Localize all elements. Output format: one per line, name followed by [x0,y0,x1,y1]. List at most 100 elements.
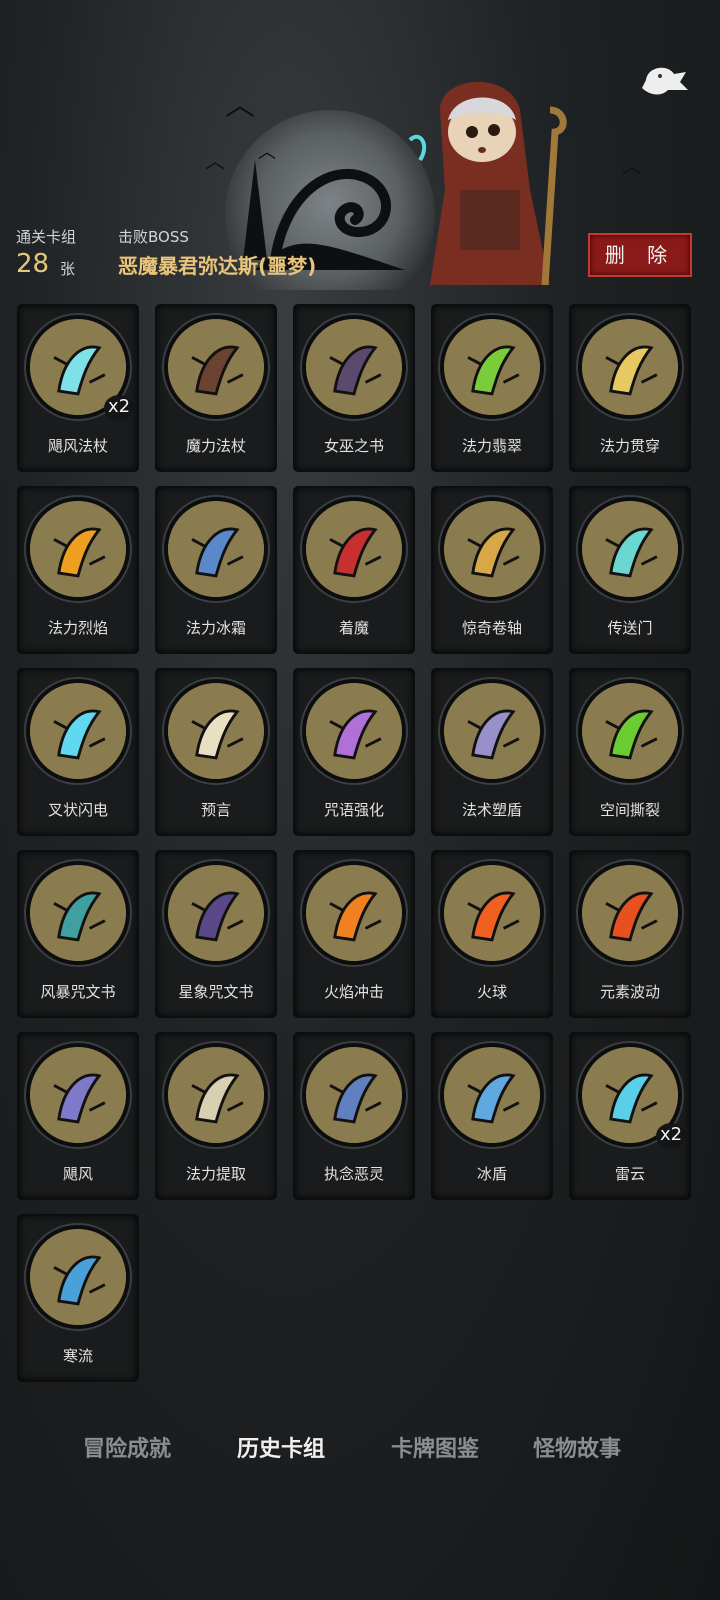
boss-label: 击败BOSS [118,228,189,246]
flame-icon [30,501,126,597]
card-art [440,315,544,419]
card-name: 空间撕裂 [599,801,660,819]
card-tile[interactable]: 飓风 [18,1033,138,1199]
card-name: 火球 [476,983,507,1001]
card-art [302,679,406,783]
bat-icon: ︿ [258,142,276,163]
card-art [164,497,268,601]
card-tile[interactable]: 火球 [432,851,552,1017]
card-name: 元素波动 [599,983,660,1001]
card-art [26,861,130,965]
card-name: 飓风 [62,1165,93,1183]
card-art [302,861,406,965]
card-tile[interactable]: 咒语强化 [294,669,414,835]
card-name: 火焰冲击 [323,983,384,1001]
card-art [440,1043,544,1147]
card-tile[interactable]: 着魔 [294,487,414,653]
card-tile[interactable]: 元素波动 [570,851,690,1017]
possessed-icon [306,501,402,597]
tornado-icon [30,1047,126,1143]
card-name: 星象咒文书 [178,983,254,1001]
prophet-icon [168,683,264,779]
card-tile[interactable]: 法术塑盾 [432,669,552,835]
card-art [578,679,682,783]
card-tile[interactable]: 传送门 [570,487,690,653]
card-tile[interactable]: 惊奇卷轴 [432,487,552,653]
ice-wizard-icon [444,1047,540,1143]
card-tile[interactable]: 雷云 x2 [570,1033,690,1199]
portal-icon [582,501,678,597]
card-name: 执念恶灵 [323,1165,384,1183]
scroll-icon [444,501,540,597]
swirl-hill-icon [255,168,405,270]
card-name: 着魔 [338,619,369,637]
card-art [302,1043,406,1147]
card-count-badge: x2 [656,1123,686,1149]
fireball-small-icon [306,865,402,961]
tab-history-deck[interactable]: 历史卡组 [237,1431,325,1463]
card-tile[interactable]: 魔力法杖 [156,305,276,471]
card-tile[interactable]: 飓风法杖 x2 [18,305,138,471]
card-art [26,679,130,783]
card-name: 叉状闪电 [47,801,108,819]
lightning-icon [30,683,126,779]
bat-icon: ︿ [225,88,255,123]
card-tile[interactable]: 女巫之书 [294,305,414,471]
emerald-icon [444,319,540,415]
card-name: 魔力法杖 [185,437,246,455]
bottom-tab-bar: 冒险成就 历史卡组 卡牌图鉴 怪物故事 [0,1431,720,1481]
card-name: 咒语强化 [323,801,384,819]
shield-icon [444,683,540,779]
rift-icon [582,683,678,779]
card-art [440,497,544,601]
card-art [164,679,268,783]
card-tile[interactable]: 冰盾 [432,1033,552,1199]
card-unit: 张 [60,260,76,278]
star-book-icon [168,865,264,961]
header-banner: ︿ ︿ ︿ ︿ 通关卡组 28 张 击败BOSS 恶魔暴君弥达斯(噩梦) 删 除 [0,0,720,290]
card-name: 冰盾 [476,1165,507,1183]
card-name: 惊奇卷轴 [461,619,522,637]
card-tile[interactable]: 执念恶灵 [294,1033,414,1199]
card-name: 法术塑盾 [461,801,522,819]
card-art [302,497,406,601]
tab-monster-stories[interactable]: 怪物故事 [533,1431,621,1463]
card-tile[interactable]: 叉状闪电 [18,669,138,835]
deck-label: 通关卡组 [16,228,77,246]
card-name: 寒流 [62,1347,93,1365]
tab-achievements[interactable]: 冒险成就 [83,1431,171,1463]
card-tile[interactable]: 法力冰霜 [156,487,276,653]
card-tile[interactable]: 法力翡翠 [432,305,552,471]
card-tile[interactable]: 法力提取 [156,1033,276,1199]
ghost-icon[interactable] [638,60,690,100]
card-tile[interactable]: 法力贯穿 [570,305,690,471]
card-tile[interactable]: 火焰冲击 [294,851,414,1017]
card-name: 风暴咒文书 [40,983,116,1001]
tab-card-gallery[interactable]: 卡牌图鉴 [391,1431,479,1463]
card-art [440,861,544,965]
card-name: 法力贯穿 [599,437,660,455]
skull-icon [168,1047,264,1143]
crystal-icon [306,683,402,779]
card-tile[interactable]: 寒流 [18,1215,138,1381]
delete-button[interactable]: 删 除 [588,233,692,277]
card-name: 飓风法杖 [47,437,108,455]
card-tile[interactable]: 风暴咒文书 [18,851,138,1017]
elements-icon [582,865,678,961]
card-art [26,497,130,601]
card-name: 预言 [200,801,231,819]
card-name: 女巫之书 [323,437,384,455]
card-name: 雷云 [614,1165,645,1183]
storm-book-icon [30,865,126,961]
card-tile[interactable]: 法力烈焰 [18,487,138,653]
card-art [440,679,544,783]
tree-icon [243,160,267,260]
card-tile[interactable]: 空间撕裂 [570,669,690,835]
card-name: 法力提取 [185,1165,246,1183]
card-art [26,1225,130,1329]
card-tile[interactable]: 星象咒文书 [156,851,276,1017]
crook-staff-icon [168,319,264,415]
witch-character-icon [408,81,567,285]
card-tile[interactable]: 预言 [156,669,276,835]
card-name: 传送门 [607,619,653,637]
